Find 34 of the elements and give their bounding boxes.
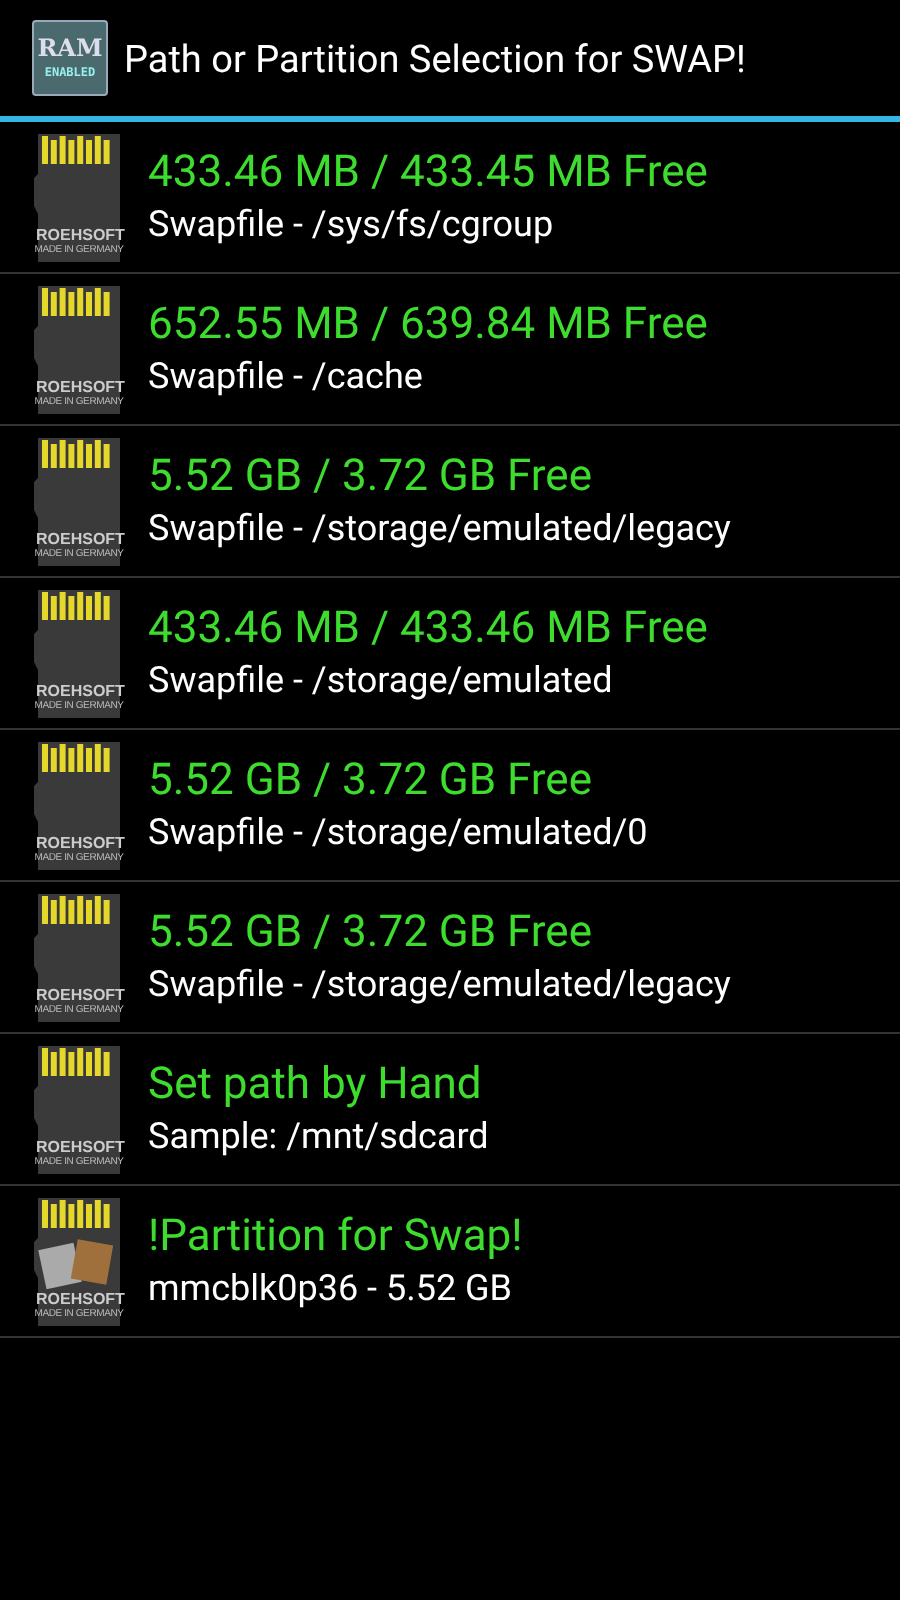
sd-card-icon bbox=[34, 741, 124, 869]
window-title: Path or Partition Selection for SWAP! bbox=[124, 35, 746, 81]
card-brand: ROEHSOFT bbox=[36, 529, 122, 547]
sd-card-icon bbox=[34, 589, 124, 717]
card-brand: ROEHSOFT bbox=[36, 1137, 122, 1155]
path-label: Sample: /mnt/sdcard bbox=[148, 1116, 489, 1158]
size-label[interactable]: 5.52 GB / 3.72 GB Free bbox=[148, 452, 731, 502]
sd-card-icon bbox=[34, 285, 124, 413]
size-label[interactable]: 433.46 MB / 433.46 MB Free bbox=[148, 604, 708, 654]
size-label[interactable]: 5.52 GB / 3.72 GB Free bbox=[148, 908, 731, 958]
path-label: Swapfile - /storage/emulated bbox=[148, 660, 615, 702]
card-brand: ROEHSOFT bbox=[36, 377, 122, 395]
path-label: Swapfile - /cache bbox=[148, 356, 425, 398]
size-label[interactable]: 433.46 MB / 433.45 MB Free bbox=[148, 148, 708, 198]
app-icon-label: RAM bbox=[37, 36, 103, 62]
size-label[interactable]: !Partition for Swap! bbox=[148, 1212, 523, 1262]
sd-card-icon bbox=[34, 437, 124, 565]
size-label[interactable]: 5.52 GB / 3.72 GB Free bbox=[148, 756, 648, 806]
chip-drawing bbox=[38, 1238, 114, 1289]
sd-card-icon bbox=[34, 133, 124, 261]
path-label: Swapfile - /sys/fs/cgroup bbox=[148, 204, 556, 246]
path-label: Swapfile - /storage/emulated/0 bbox=[148, 812, 648, 854]
sd-card-icon bbox=[34, 893, 124, 1021]
card-brand: ROEHSOFT bbox=[36, 985, 122, 1003]
card-brand: ROEHSOFT bbox=[36, 833, 122, 851]
path-label: Swapfile - /storage/emulated/legacy bbox=[148, 964, 731, 1006]
card-brand: ROEHSOFT bbox=[36, 681, 122, 699]
sd-card-icon bbox=[34, 1045, 124, 1173]
size-label[interactable]: Set path by Hand bbox=[148, 1060, 489, 1110]
size-label[interactable]: 652.55 MB / 639.84 MB Free bbox=[148, 300, 708, 350]
card-brand: ROEHSOFT bbox=[36, 1289, 122, 1307]
path-label: mmcblk0p36 - 5.52 GB bbox=[148, 1268, 514, 1310]
path-label: Swapfile - /storage/emulated/legacy bbox=[148, 508, 731, 550]
card-brand: ROEHSOFT bbox=[36, 225, 122, 243]
